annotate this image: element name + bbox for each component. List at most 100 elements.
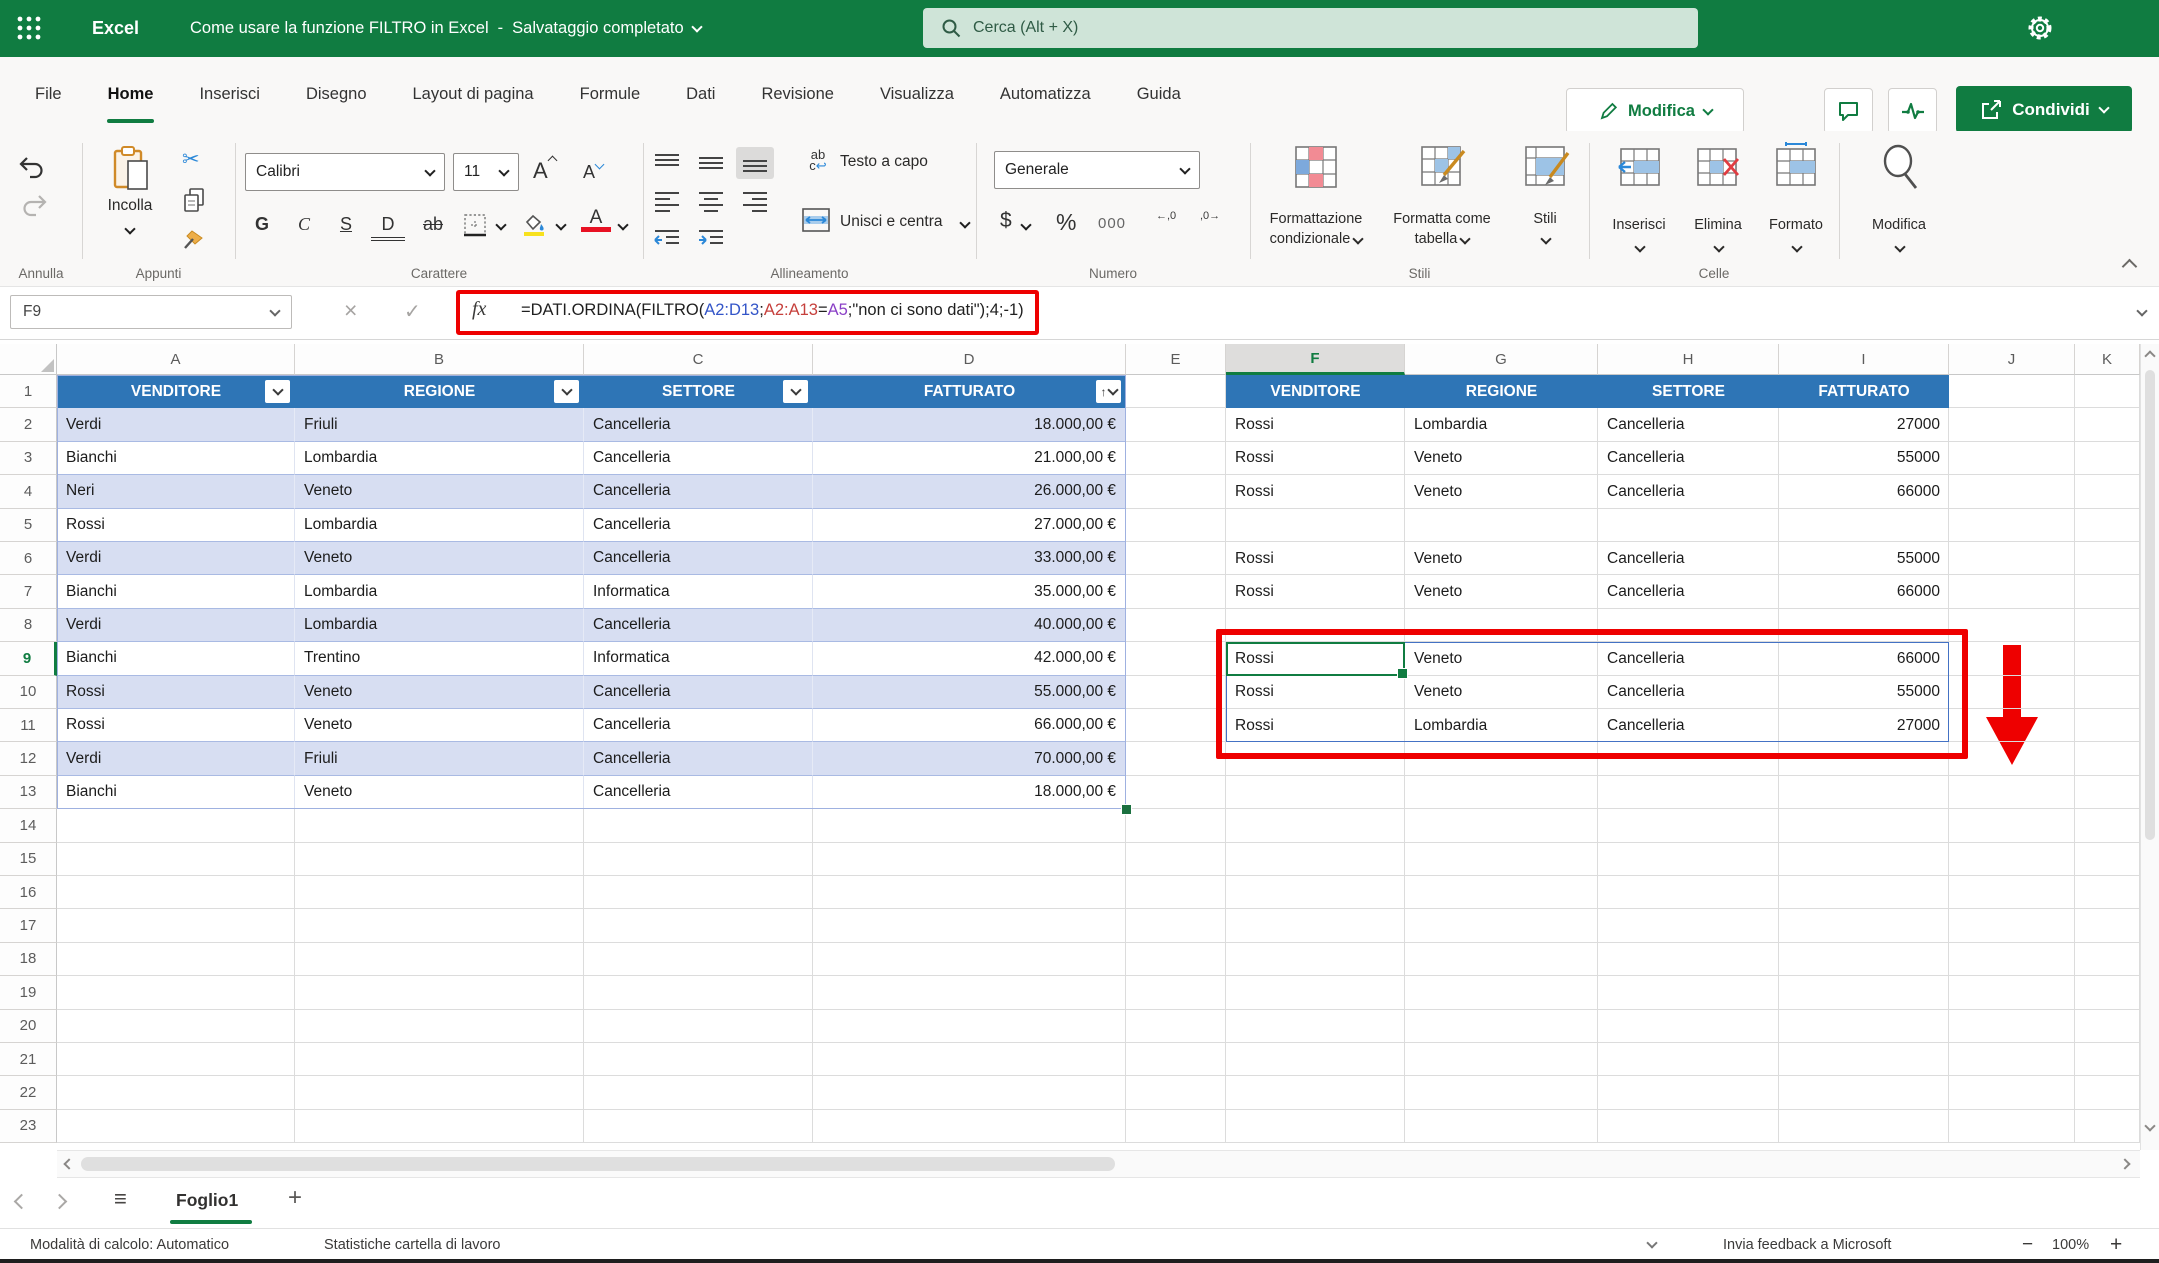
cell[interactable]: Verdi (57, 609, 295, 642)
next-sheet-icon[interactable] (52, 1194, 68, 1210)
cell[interactable]: Lombardia (295, 575, 584, 608)
cell[interactable]: 33.000,00 € (813, 542, 1126, 575)
row-header-21[interactable]: 21 (0, 1043, 57, 1076)
sheet-tab-foglio1[interactable]: Foglio1 (176, 1178, 238, 1222)
cell[interactable]: Cancelleria (1598, 475, 1779, 508)
row-header-15[interactable]: 15 (0, 843, 57, 876)
column-header-J[interactable]: J (1949, 344, 2075, 375)
all-sheets-menu-icon[interactable]: ≡ (114, 1186, 127, 1212)
cell[interactable]: 18.000,00 € (813, 776, 1126, 809)
cell[interactable]: Bianchi (57, 442, 295, 475)
row-header-23[interactable]: 23 (0, 1110, 57, 1143)
cell[interactable]: Cancelleria (584, 408, 813, 441)
column-header-H[interactable]: H (1598, 344, 1779, 375)
column-header-C[interactable]: C (584, 344, 813, 375)
cell[interactable]: Verdi (57, 542, 295, 575)
cell[interactable]: Veneto (1405, 442, 1598, 475)
cell[interactable]: Friuli (295, 408, 584, 441)
cell[interactable]: Cancelleria (584, 776, 813, 809)
cell[interactable]: 27000 (1779, 709, 1949, 742)
cell[interactable]: Cancelleria (584, 475, 813, 508)
previous-sheet-icon[interactable] (14, 1194, 30, 1210)
cell[interactable]: Veneto (1405, 475, 1598, 508)
cell[interactable]: 55000 (1779, 442, 1949, 475)
row-header-2[interactable]: 2 (0, 408, 57, 441)
status-chevron-down-icon[interactable] (1646, 1237, 1657, 1248)
row-header-12[interactable]: 12 (0, 742, 57, 775)
column-header-B[interactable]: B (295, 344, 584, 375)
cell[interactable]: 18.000,00 € (813, 408, 1126, 441)
send-feedback-link[interactable]: Invia feedback a Microsoft (1723, 1229, 1891, 1260)
cell[interactable]: Rossi (57, 509, 295, 542)
cell[interactable]: 26.000,00 € (813, 475, 1126, 508)
row-header-8[interactable]: 8 (0, 609, 57, 642)
cell[interactable]: Lombardia (295, 442, 584, 475)
cell[interactable]: Cancelleria (584, 442, 813, 475)
cell[interactable]: Cancelleria (584, 709, 813, 742)
cell[interactable]: Verdi (57, 742, 295, 775)
column-header-E[interactable]: E (1126, 344, 1226, 375)
row-header-9[interactable]: 9 (0, 642, 57, 675)
cell[interactable]: Bianchi (57, 575, 295, 608)
row-header-1[interactable]: 1 (0, 375, 57, 408)
cell[interactable]: Cancelleria (1598, 442, 1779, 475)
cell[interactable]: Veneto (1405, 542, 1598, 575)
row-header-7[interactable]: 7 (0, 575, 57, 608)
cell[interactable]: Cancelleria (1598, 642, 1779, 675)
zoom-out-button[interactable]: − (2022, 1229, 2033, 1260)
cell[interactable]: Bianchi (57, 642, 295, 675)
row-header-13[interactable]: 13 (0, 776, 57, 809)
cell[interactable]: Lombardia (295, 509, 584, 542)
row-header-6[interactable]: 6 (0, 542, 57, 575)
row-header-17[interactable]: 17 (0, 909, 57, 942)
cell[interactable]: Informatica (584, 642, 813, 675)
scroll-down-icon[interactable] (2144, 1120, 2155, 1131)
cell[interactable]: Veneto (295, 542, 584, 575)
column-header-I[interactable]: I (1779, 344, 1949, 375)
cell[interactable]: 40.000,00 € (813, 609, 1126, 642)
cell[interactable]: Lombardia (1405, 408, 1598, 441)
row-header-5[interactable]: 5 (0, 509, 57, 542)
cell[interactable]: Rossi (1226, 542, 1405, 575)
row-header-14[interactable]: 14 (0, 809, 57, 842)
cell[interactable]: 66.000,00 € (813, 709, 1126, 742)
zoom-in-button[interactable]: + (2110, 1229, 2122, 1260)
cell[interactable]: 21.000,00 € (813, 442, 1126, 475)
cell[interactable]: Cancelleria (1598, 542, 1779, 575)
select-all-corner[interactable] (0, 344, 57, 375)
cell[interactable]: 66000 (1779, 475, 1949, 508)
row-header-16[interactable]: 16 (0, 876, 57, 909)
cell[interactable]: Cancelleria (584, 609, 813, 642)
filter-button[interactable] (554, 380, 579, 403)
cell[interactable]: 55000 (1779, 542, 1949, 575)
column-header-D[interactable]: D (813, 344, 1126, 375)
cell[interactable]: Trentino (295, 642, 584, 675)
cell[interactable]: Rossi (1226, 709, 1405, 742)
cell[interactable]: Neri (57, 475, 295, 508)
cell[interactable]: Veneto (295, 676, 584, 709)
column-header-F[interactable]: F (1226, 344, 1405, 375)
cell[interactable]: Rossi (1226, 676, 1405, 709)
scroll-left-icon[interactable] (63, 1158, 74, 1169)
column-header-G[interactable]: G (1405, 344, 1598, 375)
cell[interactable]: 55000 (1779, 676, 1949, 709)
cell[interactable]: Veneto (1405, 642, 1598, 675)
row-header-19[interactable]: 19 (0, 976, 57, 1009)
cell[interactable]: Rossi (57, 676, 295, 709)
cell[interactable]: Rossi (1226, 442, 1405, 475)
cell[interactable]: Cancelleria (1598, 676, 1779, 709)
cell[interactable]: Lombardia (1405, 709, 1598, 742)
cell[interactable]: Cancelleria (1598, 575, 1779, 608)
cell[interactable]: Rossi (57, 709, 295, 742)
cell[interactable]: Cancelleria (584, 676, 813, 709)
cell[interactable]: Lombardia (295, 609, 584, 642)
filter-button[interactable] (783, 380, 808, 403)
cell[interactable]: 66000 (1779, 575, 1949, 608)
cell[interactable]: Cancelleria (584, 742, 813, 775)
cell[interactable]: Rossi (1226, 408, 1405, 441)
add-sheet-button[interactable]: + (288, 1184, 302, 1212)
cell[interactable]: Verdi (57, 408, 295, 441)
cell[interactable]: Cancelleria (584, 509, 813, 542)
cell[interactable]: 35.000,00 € (813, 575, 1126, 608)
cell[interactable]: Friuli (295, 742, 584, 775)
